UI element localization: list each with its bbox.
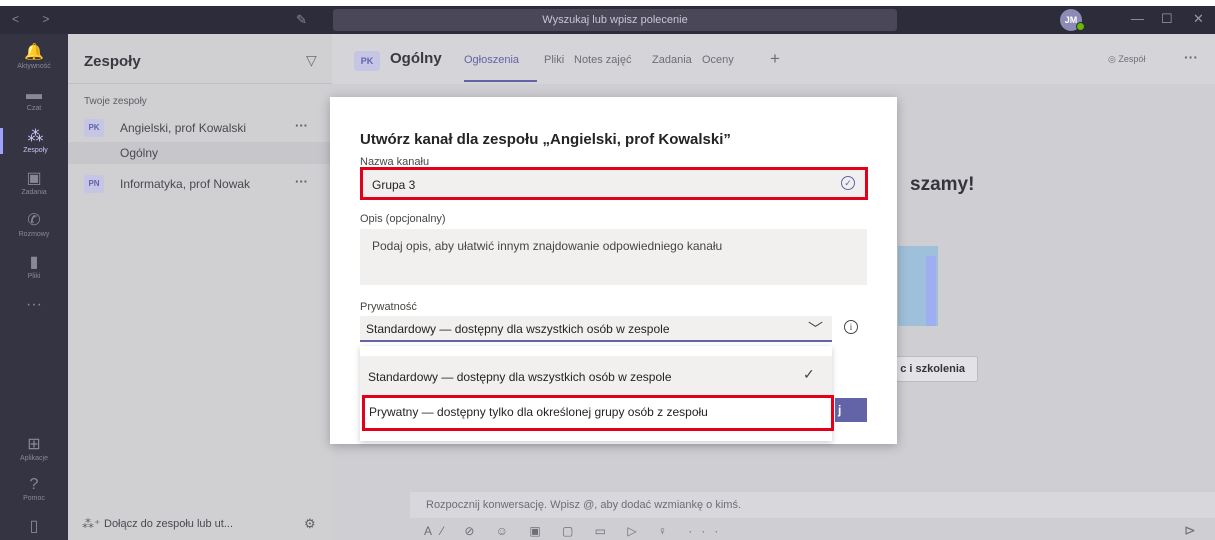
- team-button[interactable]: ◎ Zespół: [1108, 54, 1145, 65]
- description-field[interactable]: Podaj opis, aby ułatwić innym znajdowani…: [360, 229, 867, 285]
- check-circle-icon: ✓: [841, 176, 855, 190]
- bell-icon: 🔔: [24, 44, 44, 61]
- privacy-dropdown: Standardowy — dostępny dla wszystkich os…: [360, 346, 834, 441]
- channel-name-field[interactable]: Grupa 3 ✓: [360, 167, 868, 200]
- files-icon: ▮: [29, 254, 39, 271]
- description-label: Opis (opcjonalny): [360, 213, 446, 225]
- panel-header: Zespoły ▽: [68, 34, 332, 84]
- apps-icon: ⊞: [27, 436, 41, 453]
- welcome-illustration: [926, 256, 936, 326]
- maximize-icon[interactable]: ☐: [1161, 11, 1173, 27]
- teams-panel: Zespoły ▽ Twoje zespoły PK Angielski, pr…: [68, 34, 332, 540]
- more-options-icon[interactable]: ···: [295, 174, 308, 189]
- add-tab-icon[interactable]: +: [770, 49, 780, 69]
- tab-files[interactable]: Pliki: [544, 54, 564, 66]
- team-avatar: PK: [84, 119, 104, 137]
- compose-icon[interactable]: ✎: [296, 12, 307, 28]
- device-icon: ▯: [29, 518, 39, 535]
- rail-item-device[interactable]: ▯: [0, 518, 68, 536]
- rail-item-assignments[interactable]: ▣ Zadania: [0, 170, 68, 196]
- filter-icon[interactable]: ▽: [306, 52, 317, 69]
- section-label: Twoje zespoły: [84, 96, 147, 107]
- panel-title: Zespoły: [84, 53, 141, 70]
- team-avatar: PN: [84, 175, 104, 193]
- rail-item-calls[interactable]: ✆ Rozmowy: [0, 212, 68, 238]
- tab-grades[interactable]: Oceny: [702, 54, 734, 66]
- tab-class-notebook[interactable]: Notes zajęć: [574, 54, 631, 66]
- join-team-link[interactable]: Dołącz do zespołu lub ut...: [104, 518, 233, 530]
- teams-icon: ⁂: [27, 128, 44, 145]
- presence-icon: [1076, 22, 1085, 31]
- rail-item-chat[interactable]: ▬ Czat: [0, 86, 68, 112]
- welcome-heading: szamy!: [910, 174, 975, 195]
- rail-item-files[interactable]: ▮ Pliki: [0, 254, 68, 280]
- rail-item-activity[interactable]: 🔔 Aktywność: [0, 44, 68, 70]
- create-channel-dialog: Utwórz kanał dla zespołu „Angielski, pro…: [330, 97, 897, 444]
- channel-name-value: Grupa 3: [372, 178, 416, 192]
- channel-avatar: PK: [354, 51, 380, 71]
- app-rail: 🔔 Aktywność ▬ Czat ⁂ Zespoły ▣ Zadania ✆…: [0, 34, 68, 540]
- calls-icon: ✆: [27, 212, 41, 229]
- description-placeholder: Podaj opis, aby ułatwić innym znajdowani…: [372, 239, 723, 253]
- rail-item-teams[interactable]: ⁂ Zespoły: [0, 128, 68, 154]
- help-icon: ?: [29, 476, 39, 493]
- back-forward-icon[interactable]: < >: [12, 12, 59, 26]
- rail-item-help[interactable]: ? Pomoc: [0, 476, 68, 502]
- team-item[interactable]: PN Informatyka, prof Nowak ···: [68, 171, 332, 197]
- channel-name: Ogólny: [390, 50, 442, 67]
- privacy-option-private[interactable]: Prywatny — dostępny tylko dla określonej…: [362, 395, 834, 431]
- rail-item-apps[interactable]: ⊞ Aplikacje: [0, 436, 68, 462]
- search-input[interactable]: Wyszukaj lub wpisz polecenie: [333, 9, 897, 31]
- assignments-icon: ▣: [26, 170, 42, 187]
- send-icon[interactable]: ⊳: [1184, 522, 1196, 539]
- close-icon[interactable]: ✕: [1193, 11, 1204, 27]
- active-tab-indicator: [464, 80, 537, 82]
- compose-input[interactable]: Rozpocznij konwersację. Wpisz @, aby dod…: [410, 492, 1215, 518]
- privacy-option-standard[interactable]: Standardowy — dostępny dla wszystkich os…: [360, 356, 832, 398]
- check-icon: ✓: [803, 366, 815, 382]
- more-options-icon[interactable]: ···: [1184, 49, 1198, 65]
- rail-item-more[interactable]: ···: [0, 296, 68, 314]
- info-icon[interactable]: i: [844, 320, 858, 334]
- gear-icon[interactable]: ⚙: [304, 516, 316, 532]
- team-name: Angielski, prof Kowalski: [120, 121, 247, 135]
- more-options-icon[interactable]: ···: [295, 118, 308, 133]
- tab-assignments[interactable]: Zadania: [652, 54, 692, 66]
- team-name: Informatyka, prof Nowak: [120, 177, 251, 191]
- channel-item-general[interactable]: Ogólny: [68, 142, 332, 164]
- dialog-title: Utwórz kanał dla zespołu „Angielski, pro…: [360, 131, 731, 148]
- title-bar: < > ✎ Wyszukaj lub wpisz polecenie JM — …: [0, 6, 1215, 34]
- panel-footer: ⁂⁺ Dołącz do zespołu lub ut... ⚙: [68, 510, 332, 540]
- privacy-selected-value: Standardowy — dostępny dla wszystkich os…: [366, 322, 670, 336]
- chevron-down-icon: ﹀: [808, 321, 824, 338]
- more-icon: ···: [26, 296, 42, 313]
- chat-icon: ▬: [26, 86, 42, 103]
- channel-header: PK Ogólny Ogłoszenia Pliki Notes zajęć Z…: [332, 34, 1215, 84]
- tab-posts[interactable]: Ogłoszenia: [464, 54, 519, 66]
- minimize-icon[interactable]: —: [1131, 11, 1144, 26]
- privacy-label: Prywatność: [360, 301, 417, 313]
- privacy-select[interactable]: Standardowy — dostępny dla wszystkich os…: [360, 316, 832, 342]
- team-item[interactable]: PK Angielski, prof Kowalski ···: [68, 115, 332, 141]
- join-team-icon[interactable]: ⁂⁺: [82, 517, 100, 531]
- create-button[interactable]: j: [835, 398, 867, 422]
- compose-toolbar[interactable]: A⁄ ⊘ ☺ ▣ ▢ ▭ ▷ ♀ ···: [424, 524, 727, 538]
